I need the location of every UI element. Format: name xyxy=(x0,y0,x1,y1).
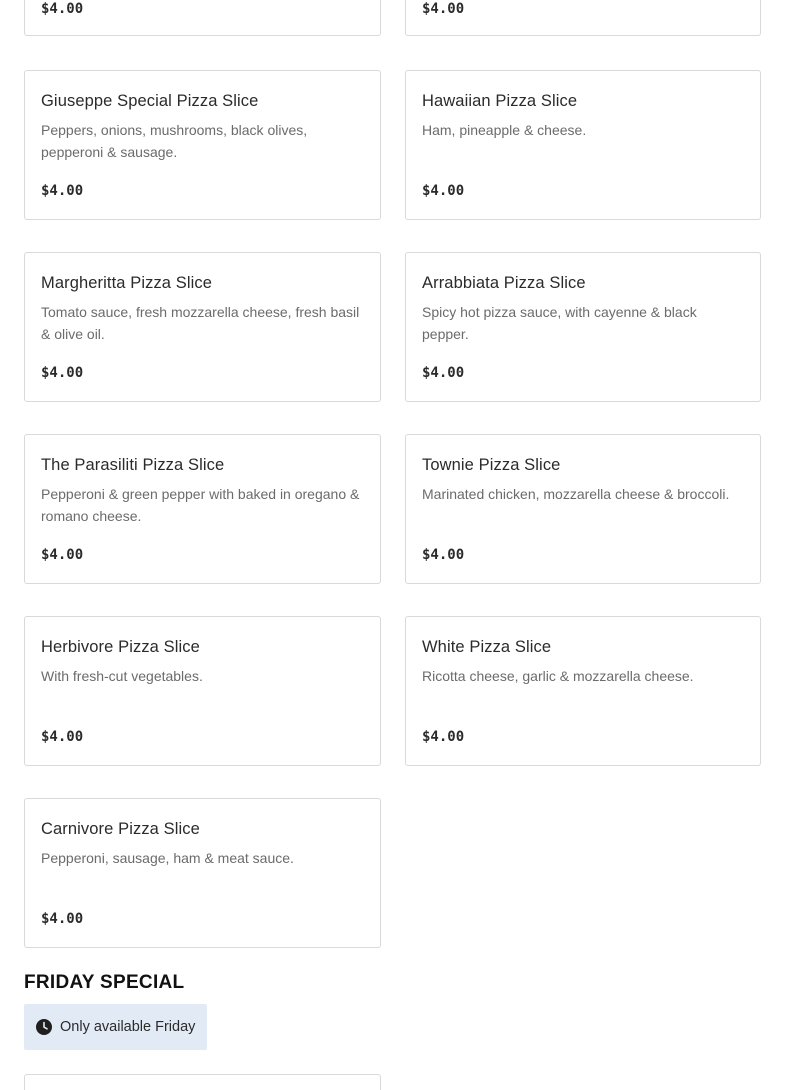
item-name: Townie Pizza Slice xyxy=(422,456,561,474)
item-name: Herbivore Pizza Slice xyxy=(41,638,200,656)
item-price: $4.00 xyxy=(422,1,465,17)
item-name: Margheritta Pizza Slice xyxy=(41,274,213,292)
menu-item-card[interactable]: The Parasiliti Pizza Slice Pepperoni & g… xyxy=(24,434,381,584)
item-description: Ricotta cheese, garlic & mozzarella chee… xyxy=(422,668,694,684)
menu-item-card[interactable]: Margheritta Pizza Slice Tomato sauce, fr… xyxy=(24,252,381,402)
item-description: Spicy hot pizza sauce, with cayenne & bl… xyxy=(422,304,697,342)
item-description: Pepperoni & green pepper with baked in o… xyxy=(41,486,360,524)
menu-item-card[interactable]: Herbivore Pizza Slice With fresh-cut veg… xyxy=(24,616,381,766)
item-description: Ham, pineapple & cheese. xyxy=(422,122,587,138)
menu-item-card[interactable]: Townie Pizza Slice Marinated chicken, mo… xyxy=(405,434,761,584)
menu-item-card[interactable]: Arrabbiata Pizza Slice Spicy hot pizza s… xyxy=(405,252,761,402)
menu-item-card[interactable]: Hawaiian Pizza Slice Ham, pineapple & ch… xyxy=(405,70,761,220)
item-name: Hawaiian Pizza Slice xyxy=(422,92,578,110)
item-price: $4.00 xyxy=(41,365,84,381)
item-description: Tomato sauce, fresh mozzarella cheese, f… xyxy=(41,304,360,342)
section-title: FRIDAY SPECIAL xyxy=(24,972,185,993)
item-description: Pepperoni, sausage, ham & meat sauce. xyxy=(41,850,294,866)
menu-item-card[interactable] xyxy=(24,1074,381,1090)
availability-text: Only available Friday xyxy=(60,1019,196,1035)
item-price: $4.00 xyxy=(422,729,465,745)
menu-item-card[interactable]: White Pizza Slice Ricotta cheese, garlic… xyxy=(405,616,761,766)
item-name: Carnivore Pizza Slice xyxy=(41,820,200,838)
item-price: $4.00 xyxy=(41,911,84,927)
menu-page: $4.00 $4.00 Giuseppe Special Pizza Slice… xyxy=(0,0,785,1090)
item-price: $4.00 xyxy=(41,547,84,563)
item-name: Giuseppe Special Pizza Slice xyxy=(41,92,259,110)
item-name: Arrabbiata Pizza Slice xyxy=(422,274,586,292)
item-price: $4.00 xyxy=(41,183,84,199)
item-price: $4.00 xyxy=(422,365,465,381)
item-price: $4.00 xyxy=(422,183,465,199)
menu-item-card[interactable]: $4.00 xyxy=(24,0,381,36)
menu-item-card[interactable]: Carnivore Pizza Slice Pepperoni, sausage… xyxy=(24,798,381,948)
item-name: The Parasiliti Pizza Slice xyxy=(41,456,225,474)
item-price: $4.00 xyxy=(422,547,465,563)
item-description: Peppers, onions, mushrooms, black olives… xyxy=(41,122,308,160)
item-name: White Pizza Slice xyxy=(422,638,552,656)
menu-item-card[interactable]: Giuseppe Special Pizza Slice Peppers, on… xyxy=(24,70,381,220)
availability-badge: Only available Friday xyxy=(24,1004,207,1050)
item-price: $4.00 xyxy=(41,1,84,17)
item-price: $4.00 xyxy=(41,729,84,745)
item-description: Marinated chicken, mozzarella cheese & b… xyxy=(422,486,730,502)
menu-item-card[interactable]: $4.00 xyxy=(405,0,761,36)
clock-icon xyxy=(36,1019,52,1035)
item-description: With fresh-cut vegetables. xyxy=(41,668,203,684)
